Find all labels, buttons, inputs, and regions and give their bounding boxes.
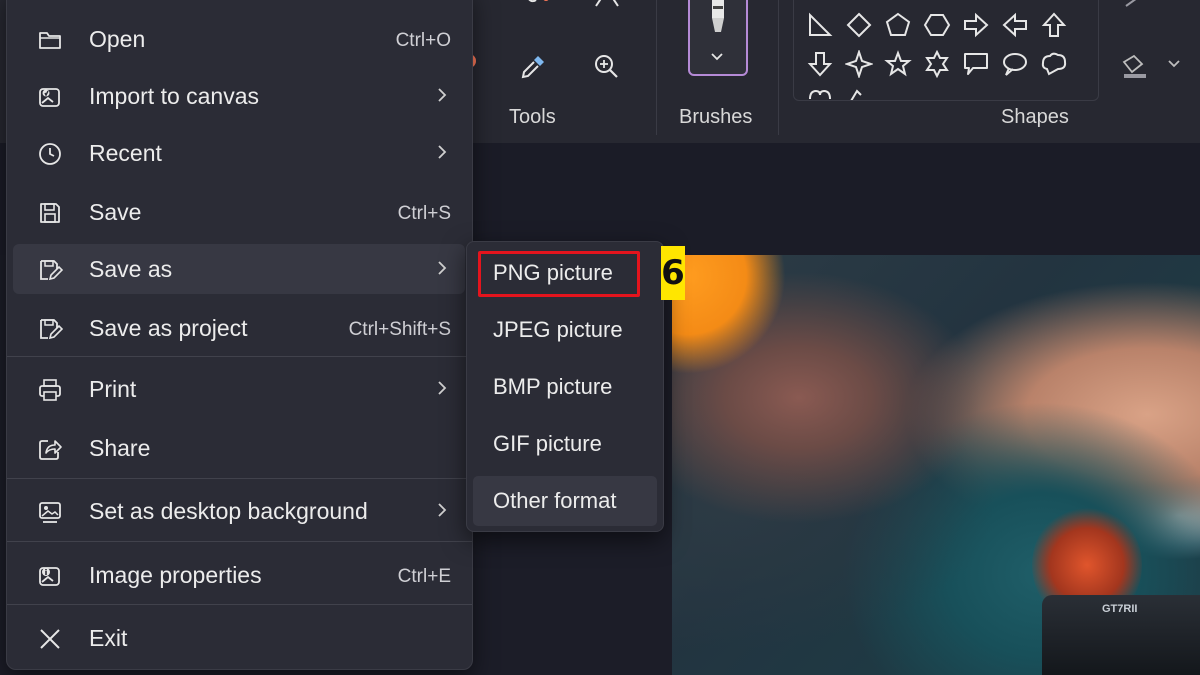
highlight-box bbox=[478, 251, 640, 297]
callout-cloud-icon[interactable] bbox=[1040, 50, 1068, 78]
arrow-down-icon[interactable] bbox=[806, 50, 834, 78]
menu-item-save-as-project[interactable]: Save as project Ctrl+Shift+S bbox=[13, 303, 465, 353]
image-camera-label: GT7RII bbox=[1102, 603, 1138, 615]
chevron-right-icon bbox=[438, 503, 447, 517]
fill-color-icon[interactable] bbox=[1120, 52, 1150, 80]
menu-item-share[interactable]: Share bbox=[13, 423, 465, 473]
menu-item-label: Share bbox=[89, 435, 151, 461]
brushes-group-label: Brushes bbox=[679, 106, 753, 128]
arrow-right-icon[interactable] bbox=[962, 11, 990, 39]
menu-item-label: Print bbox=[89, 376, 137, 402]
menu-divider bbox=[7, 604, 472, 605]
clock-icon bbox=[39, 143, 61, 165]
brush-selector[interactable] bbox=[688, 0, 748, 76]
chevron-down-icon[interactable] bbox=[1166, 58, 1182, 70]
menu-item-label: Image properties bbox=[89, 562, 262, 588]
hexagon-icon[interactable] bbox=[923, 11, 951, 39]
image-import-icon bbox=[39, 88, 60, 107]
menu-item-label: Save bbox=[89, 199, 142, 225]
folder-icon bbox=[39, 32, 61, 49]
close-icon bbox=[40, 629, 60, 649]
save-as-icon bbox=[40, 260, 63, 281]
chevron-right-icon bbox=[438, 88, 447, 102]
star-five-icon[interactable] bbox=[884, 50, 912, 78]
menu-item-print[interactable]: Print bbox=[13, 364, 465, 414]
menu-item-shortcut: Ctrl+Shift+S bbox=[348, 319, 451, 340]
printer-icon bbox=[39, 379, 61, 401]
menu-item-label: Open bbox=[89, 26, 146, 52]
menu-item-image-properties[interactable]: Image properties Ctrl+E bbox=[13, 550, 465, 600]
menu-item-shortcut: Ctrl+S bbox=[397, 203, 451, 224]
menu-item-shortcut: Ctrl+O bbox=[395, 30, 451, 51]
submenu-item-label: BMP picture bbox=[493, 374, 613, 399]
arrow-up-icon[interactable] bbox=[1040, 11, 1068, 39]
right-triangle-icon[interactable] bbox=[806, 11, 834, 39]
submenu-item-label: GIF picture bbox=[493, 431, 602, 456]
step-number-badge: 6 bbox=[661, 246, 685, 300]
menu-divider bbox=[7, 356, 472, 357]
divider bbox=[656, 0, 657, 135]
submenu-item-gif[interactable]: GIF picture bbox=[473, 419, 657, 469]
menu-item-import-to-canvas[interactable]: Import to canvas bbox=[13, 71, 465, 121]
submenu-item-jpeg[interactable]: JPEG picture bbox=[473, 305, 657, 355]
chevron-right-icon bbox=[438, 145, 447, 159]
submenu-item-label: Other format bbox=[493, 488, 617, 513]
menu-item-label: Exit bbox=[89, 625, 128, 651]
tools-group-label: Tools bbox=[509, 106, 556, 128]
shapes-gallery bbox=[793, 0, 1099, 101]
pentagon-icon[interactable] bbox=[884, 11, 912, 39]
menu-item-label: Recent bbox=[89, 140, 162, 166]
chevron-right-icon bbox=[438, 381, 447, 395]
eyedropper-icon[interactable] bbox=[516, 50, 550, 84]
menu-divider bbox=[7, 541, 472, 542]
save-icon bbox=[40, 203, 60, 223]
submenu-item-other-format[interactable]: Other format bbox=[473, 476, 657, 526]
menu-item-save[interactable]: Save Ctrl+S bbox=[13, 187, 465, 237]
image-properties-icon bbox=[39, 567, 60, 586]
menu-item-exit[interactable]: Exit bbox=[13, 613, 465, 663]
diamond-icon[interactable] bbox=[845, 11, 873, 39]
file-menu: Open Ctrl+O Import to canvas Recent Save… bbox=[6, 0, 473, 670]
arrow-left-icon[interactable] bbox=[1001, 11, 1029, 39]
menu-item-open[interactable]: Open Ctrl+O bbox=[13, 14, 465, 64]
callout-rect-icon[interactable] bbox=[962, 50, 990, 78]
shapes-group-label: Shapes bbox=[1001, 106, 1069, 128]
desktop-background-icon bbox=[39, 502, 61, 523]
chevron-right-icon bbox=[438, 261, 447, 275]
submenu-item-label: JPEG picture bbox=[493, 317, 623, 342]
menu-item-shortcut: Ctrl+E bbox=[397, 566, 451, 587]
lightning-icon[interactable] bbox=[845, 87, 873, 101]
menu-item-label: Set as desktop background bbox=[89, 498, 368, 524]
chevron-down-icon[interactable] bbox=[710, 52, 724, 62]
divider bbox=[778, 0, 779, 135]
menu-item-recent[interactable]: Recent bbox=[13, 128, 465, 178]
brush-icon bbox=[712, 0, 724, 32]
share-icon bbox=[39, 440, 62, 460]
menu-item-label: Save as project bbox=[89, 315, 248, 341]
menu-divider bbox=[7, 478, 472, 479]
heart-icon[interactable] bbox=[806, 87, 834, 101]
text-tool-icon[interactable] bbox=[590, 0, 624, 14]
save-project-icon bbox=[40, 319, 63, 340]
star-six-icon[interactable] bbox=[923, 50, 951, 78]
menu-item-save-as[interactable]: Save as bbox=[13, 244, 465, 294]
callout-oval-icon[interactable] bbox=[1001, 50, 1029, 78]
magnifier-icon[interactable] bbox=[590, 50, 624, 84]
menu-item-label: Save as bbox=[89, 256, 173, 282]
submenu-item-bmp[interactable]: BMP picture bbox=[473, 362, 657, 412]
menu-item-set-desktop-background[interactable]: Set as desktop background bbox=[13, 486, 465, 536]
menu-item-label: Import to canvas bbox=[89, 83, 260, 109]
outline-icon[interactable] bbox=[1122, 0, 1152, 10]
fill-tool-icon[interactable] bbox=[520, 0, 554, 14]
star-four-icon[interactable] bbox=[845, 50, 873, 78]
canvas-image[interactable]: GT7RII bbox=[672, 255, 1200, 675]
